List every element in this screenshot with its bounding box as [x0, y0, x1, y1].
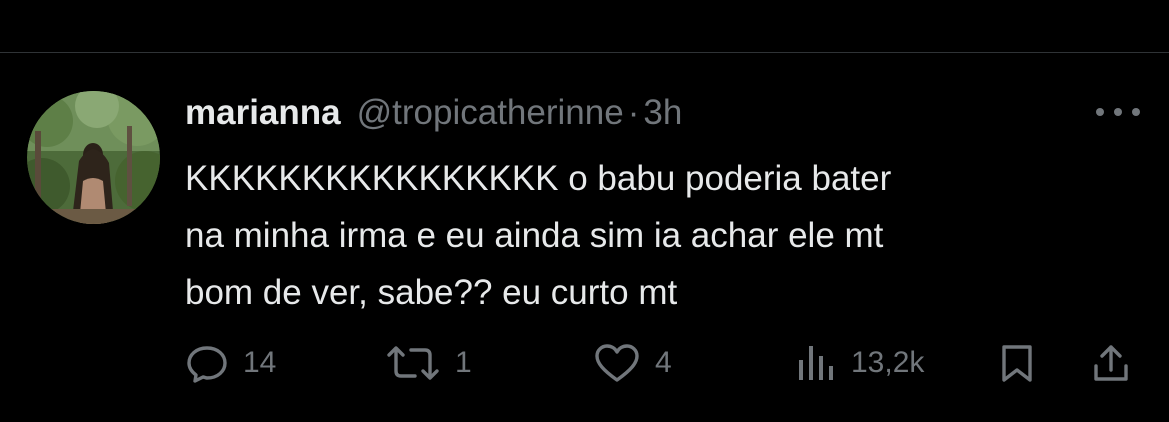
- share-button[interactable]: [1091, 343, 1131, 383]
- tweet-header: marianna @tropicatherinne · 3h: [185, 93, 682, 133]
- views-count: 13,2k: [851, 346, 925, 379]
- reply-count: 14: [243, 346, 277, 379]
- timestamp[interactable]: 3h: [643, 93, 682, 133]
- more-dot: [1096, 108, 1104, 116]
- bookmark-button[interactable]: [997, 343, 1037, 383]
- avatar[interactable]: [27, 91, 160, 224]
- heart-icon: [595, 344, 639, 382]
- retweet-button[interactable]: 1: [385, 343, 472, 383]
- more-dot: [1114, 108, 1122, 116]
- tweet-text-line: bom de ver, sabe?? eu curto mt: [185, 273, 678, 312]
- more-dot: [1132, 108, 1140, 116]
- reply-button[interactable]: 14: [185, 343, 276, 383]
- like-button[interactable]: 4: [593, 343, 672, 383]
- like-count: 4: [655, 346, 672, 379]
- avatar-photo: [27, 91, 160, 224]
- bookmark-icon: [1002, 345, 1032, 382]
- views-bar-chart-icon: [799, 346, 833, 380]
- author-handle[interactable]: @tropicatherinne: [357, 93, 624, 133]
- views-button[interactable]: 13,2k: [797, 343, 924, 383]
- retweet-count: 1: [455, 346, 472, 379]
- tweet[interactable]: marianna @tropicatherinne · 3h KKKKKKKKK…: [0, 53, 1169, 422]
- share-icon: [1094, 345, 1128, 381]
- action-bar: 14 1 4 13,2k: [185, 343, 1135, 383]
- retweet-icon: [387, 346, 439, 380]
- separator-dot: ·: [627, 93, 640, 132]
- more-options-button[interactable]: [1096, 105, 1140, 119]
- author-name[interactable]: marianna: [185, 93, 341, 133]
- tweet-text-line: KKKKKKKKKKKKKKKK o babu poderia bater: [185, 159, 892, 198]
- tweet-text: KKKKKKKKKKKKKKKK o babu poderia bater na…: [185, 150, 1115, 321]
- reply-icon: [187, 346, 227, 383]
- tweet-text-line: na minha irma e eu ainda sim ia achar el…: [185, 216, 884, 255]
